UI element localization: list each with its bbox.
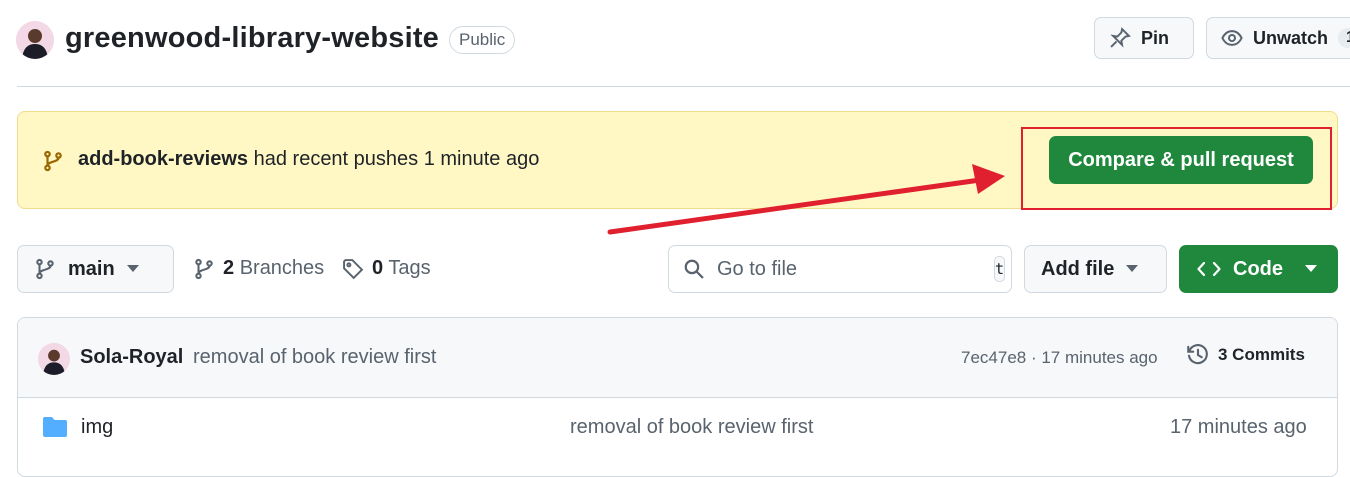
tag-icon <box>342 258 364 280</box>
watch-count: 1 <box>1338 28 1350 48</box>
go-to-file-input[interactable] <box>717 257 982 281</box>
pin-button[interactable]: Pin <box>1094 17 1194 59</box>
commit-author-avatar[interactable] <box>38 343 70 375</box>
folder-icon <box>42 416 68 438</box>
caret-down-icon <box>126 265 139 273</box>
branch-icon <box>34 258 56 280</box>
owner-avatar[interactable] <box>16 21 54 59</box>
annotation-highlight-box <box>1021 127 1332 210</box>
latest-commit-row: Sola-Royal removal of book review first … <box>18 318 1337 398</box>
branch-select-button[interactable]: main <box>17 245 174 293</box>
tags-label: Tags <box>388 257 431 279</box>
file-list: Sola-Royal removal of book review first … <box>17 317 1338 477</box>
branches-label: Branches <box>239 257 325 279</box>
branch-icon <box>42 150 64 172</box>
branches-link[interactable]: 2 Branches <box>193 257 324 280</box>
caret-down-icon <box>1305 265 1317 273</box>
eye-icon <box>1221 27 1243 49</box>
add-file-label: Add file <box>1041 257 1115 280</box>
code-icon <box>1197 260 1221 278</box>
header-divider <box>17 86 1350 87</box>
search-icon <box>683 258 705 280</box>
pin-label: Pin <box>1141 27 1170 48</box>
history-icon <box>1186 343 1210 367</box>
branch-icon <box>193 258 215 280</box>
code-label: Code <box>1233 257 1283 280</box>
push-time-text: had recent pushes 1 minute ago <box>248 148 540 170</box>
annotation-arrow <box>607 164 1005 235</box>
file-name[interactable]: img <box>81 416 113 439</box>
tags-count: 0 <box>372 257 384 279</box>
caret-down-icon <box>1126 265 1139 273</box>
commit-message[interactable]: removal of book review first <box>193 346 436 369</box>
recent-push-message: add-book-reviews had recent pushes 1 min… <box>78 148 539 171</box>
branch-select-label: main <box>68 257 115 280</box>
add-file-button[interactable]: Add file <box>1024 245 1167 293</box>
repo-name[interactable]: greenwood-library-website <box>65 22 439 55</box>
commits-history-link[interactable]: 3 Commits <box>1186 343 1305 367</box>
file-commit-message[interactable]: removal of book review first <box>570 416 813 439</box>
tags-link[interactable]: 0 Tags <box>342 257 431 280</box>
commits-count-label: 3 Commits <box>1218 345 1305 364</box>
commit-hash-time[interactable]: 7ec47e8 · 17 minutes ago <box>961 348 1158 368</box>
file-commit-time: 17 minutes ago <box>1170 416 1307 438</box>
unwatch-button[interactable]: Unwatch 1 <box>1206 17 1350 59</box>
branches-count: 2 <box>223 257 235 279</box>
pushed-branch-name[interactable]: add-book-reviews <box>78 148 248 170</box>
go-to-file-search[interactable]: t <box>668 245 1012 293</box>
visibility-badge: Public <box>449 26 516 54</box>
keyboard-shortcut-hint: t <box>994 256 1006 282</box>
pin-icon <box>1109 27 1131 49</box>
unwatch-label: Unwatch <box>1253 27 1329 48</box>
commit-author[interactable]: Sola-Royal <box>80 346 183 369</box>
code-button[interactable]: Code <box>1179 245 1338 293</box>
